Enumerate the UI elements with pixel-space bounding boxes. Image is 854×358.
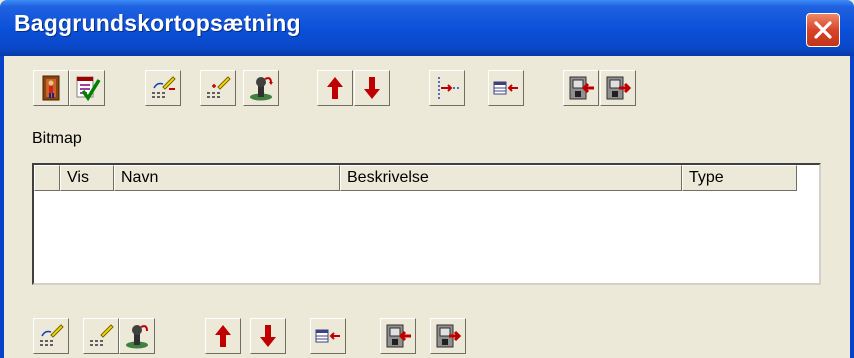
window-title: Baggrundskortopsætning xyxy=(14,10,301,36)
bottom-joystick-undo-button[interactable] xyxy=(119,318,155,354)
insert-column-icon xyxy=(493,81,518,95)
bottom-insert-column-button[interactable] xyxy=(310,318,346,354)
exit-button[interactable] xyxy=(33,70,69,106)
joystick-undo-icon xyxy=(250,77,273,101)
bitmap-section-label: Bitmap xyxy=(32,130,82,147)
arrow-up-icon xyxy=(215,325,231,347)
insert-column-button[interactable] xyxy=(488,70,524,106)
arrow-down-icon xyxy=(260,325,276,347)
bitmap-list[interactable]: Vis Navn Beskrivelse Type xyxy=(32,163,821,285)
close-icon xyxy=(814,21,832,39)
title-bar[interactable]: Baggrundskortopsætning xyxy=(0,0,854,56)
bottom-export-button[interactable] xyxy=(430,318,466,354)
column-header-navn[interactable]: Navn xyxy=(114,165,340,191)
column-header-vis[interactable]: Vis xyxy=(60,165,114,191)
close-button[interactable] xyxy=(806,13,840,47)
checklist-check-icon xyxy=(76,76,101,102)
dialog-window: Baggrundskortopsætning Bitmap Vis Navn B… xyxy=(0,0,854,358)
export-button[interactable] xyxy=(600,70,636,106)
exit-door-icon xyxy=(42,75,60,101)
window-border-right xyxy=(850,56,854,358)
edit-grid-icon xyxy=(152,76,176,98)
insert-level-button[interactable] xyxy=(429,70,465,106)
confirm-button[interactable] xyxy=(69,70,105,106)
new-grid-icon xyxy=(207,76,231,98)
import-icon xyxy=(386,324,411,348)
joystick-undo-icon xyxy=(126,325,148,349)
insert-level-icon xyxy=(438,77,459,99)
export-icon xyxy=(436,324,462,348)
column-header-type[interactable]: Type xyxy=(682,165,797,191)
window-border-left xyxy=(0,56,4,358)
new-grid-button[interactable] xyxy=(200,70,236,106)
bottom-new-grid-button[interactable] xyxy=(83,318,119,354)
export-icon xyxy=(606,76,632,100)
bottom-move-up-button[interactable] xyxy=(205,318,241,354)
insert-column-icon xyxy=(315,329,340,343)
list-header: Vis Navn Beskrivelse Type xyxy=(34,165,819,191)
move-up-button[interactable] xyxy=(317,70,353,106)
edit-grid-button[interactable] xyxy=(145,70,181,106)
new-grid-icon xyxy=(90,324,114,346)
move-down-button[interactable] xyxy=(354,70,390,106)
column-header-beskrivelse[interactable]: Beskrivelse xyxy=(340,165,682,191)
arrow-down-icon xyxy=(364,77,380,99)
import-button[interactable] xyxy=(563,70,599,106)
column-header-select[interactable] xyxy=(34,165,60,191)
arrow-up-icon xyxy=(327,77,343,99)
bottom-edit-grid-button[interactable] xyxy=(33,318,69,354)
bottom-move-down-button[interactable] xyxy=(250,318,286,354)
edit-grid-icon xyxy=(40,324,64,346)
bottom-import-button[interactable] xyxy=(380,318,416,354)
joystick-undo-button[interactable] xyxy=(243,70,279,106)
import-icon xyxy=(569,76,594,100)
